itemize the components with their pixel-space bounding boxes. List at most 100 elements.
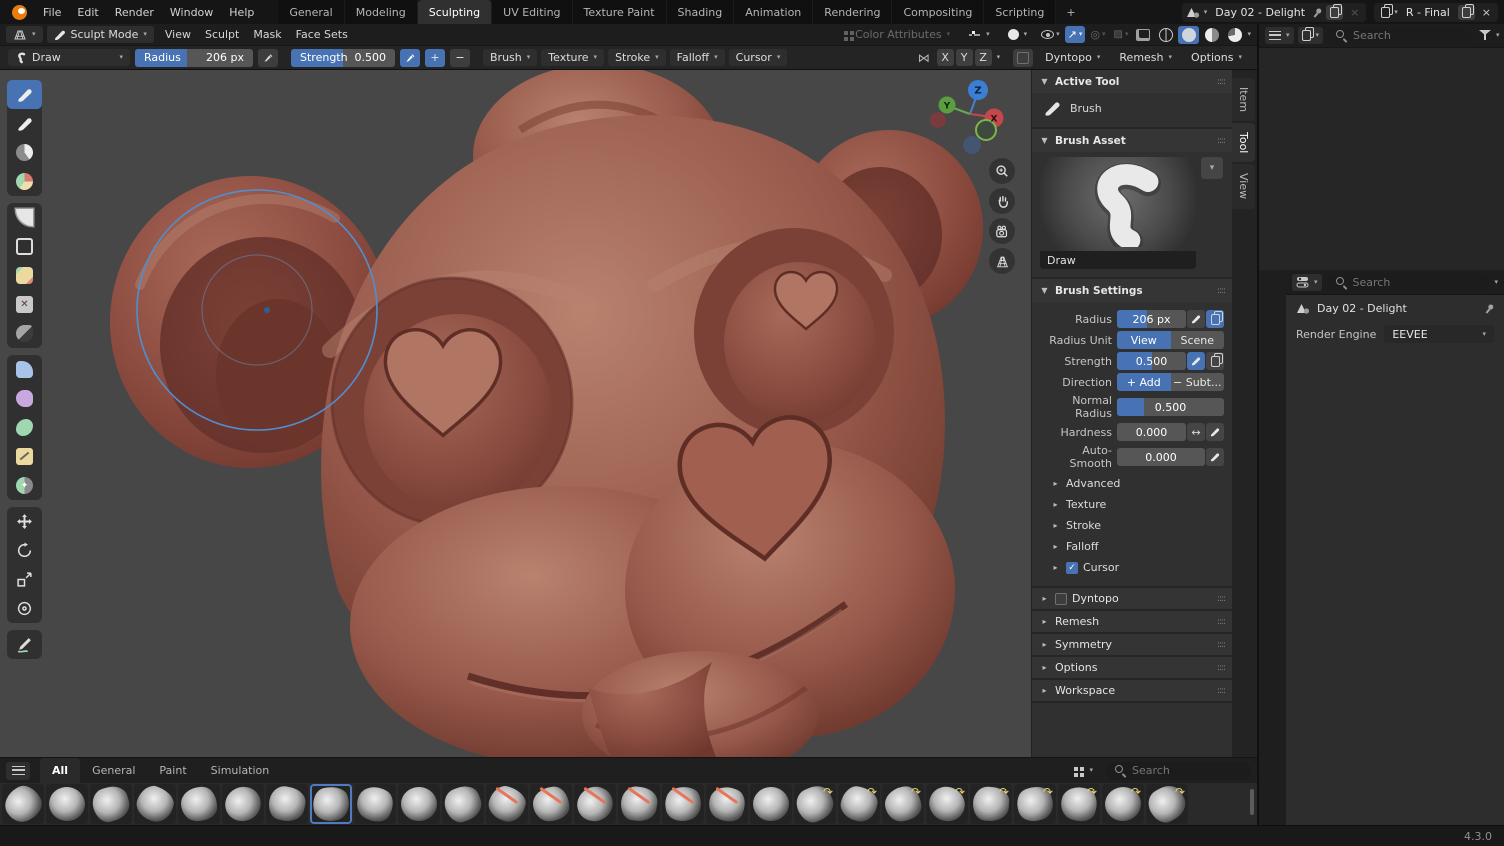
brush-thumbnail[interactable] — [530, 784, 572, 824]
direction-add[interactable]: + Add — [1117, 373, 1171, 391]
radius-pressure-toggle[interactable] — [258, 49, 278, 67]
normal-radius-slider[interactable]: 0.500 — [1117, 398, 1224, 416]
radius-unit-view[interactable]: View — [1117, 331, 1171, 349]
toggle-xray-button[interactable] — [1133, 26, 1153, 43]
radius-unified-toggle[interactable] — [1206, 310, 1224, 328]
dyntopo-dropdown[interactable]: Dyntopo▾ — [1038, 49, 1107, 66]
viewport-menu-sculpt[interactable]: Sculpt — [198, 26, 246, 43]
tool-transform-button[interactable] — [7, 594, 42, 623]
hardness-invert-toggle[interactable]: ↔ — [1187, 423, 1205, 441]
direction-subtract-button[interactable]: − — [450, 49, 470, 67]
shelf-search[interactable] — [1106, 762, 1251, 780]
hardness-pressure-toggle[interactable] — [1206, 423, 1224, 441]
radius-unit-scene[interactable]: Scene — [1171, 331, 1225, 349]
dyntopo-checkbox[interactable] — [1013, 49, 1033, 67]
brush-thumbnail[interactable] — [618, 784, 660, 824]
minus-z-axis-handle[interactable] — [963, 136, 981, 154]
strength-slider[interactable]: Strength 0.500 — [291, 49, 395, 67]
workspace-tab-shading[interactable]: Shading — [667, 0, 735, 24]
popover-stroke[interactable]: Stroke▾ — [608, 49, 666, 66]
new-scene-button[interactable] — [1326, 5, 1343, 20]
workspace-tab-animation[interactable]: Animation — [734, 0, 813, 24]
auto-smooth-slider[interactable]: 0.000 — [1117, 448, 1205, 466]
menu-window[interactable]: Window — [162, 4, 221, 21]
tool-layer-button[interactable] — [7, 203, 42, 232]
shading-material-button[interactable] — [1201, 26, 1222, 44]
strength-pressure-toggle[interactable] — [400, 49, 420, 67]
shading-dropdown[interactable]: ▾ — [1247, 31, 1251, 38]
subpanel-stroke[interactable]: ▸Stroke — [1040, 515, 1224, 536]
panel-options[interactable]: ▸Options:::: — [1032, 657, 1232, 680]
properties-editor-type-button[interactable]: ▾ — [1292, 274, 1322, 291]
shelf-tab-general[interactable]: General — [80, 758, 147, 783]
pan-button[interactable] — [989, 188, 1015, 214]
remesh-dropdown[interactable]: Remesh▾ — [1112, 49, 1179, 66]
popover-falloff[interactable]: Falloff▾ — [670, 49, 725, 66]
brush-thumbnail[interactable]: ↷ — [926, 784, 968, 824]
brush-thumbnail[interactable] — [310, 784, 352, 824]
direction-add-button[interactable]: + — [425, 49, 445, 67]
panel-checkbox[interactable] — [1055, 593, 1067, 605]
brush-thumbnail[interactable] — [90, 784, 132, 824]
brush-thumbnail[interactable]: ↷ — [1146, 784, 1188, 824]
visibility-dropdown[interactable]: ▾ — [1038, 26, 1063, 43]
workspace-tab-general[interactable]: General — [278, 0, 344, 24]
radius-pressure-toggle[interactable] — [1187, 310, 1205, 328]
workspace-tab-sculpting[interactable]: Sculpting — [418, 0, 492, 24]
shelf-menu-button[interactable] — [6, 762, 30, 780]
viewport-menu-mask[interactable]: Mask — [246, 26, 288, 43]
tool-grab-button[interactable] — [7, 355, 42, 384]
mirror-axis-y[interactable]: Y — [956, 49, 973, 66]
shelf-tab-simulation[interactable]: Simulation — [199, 758, 282, 783]
menu-help[interactable]: Help — [221, 4, 262, 21]
direction-subtract[interactable]: − Subt... — [1171, 373, 1225, 391]
tool-smooth-button[interactable] — [7, 319, 42, 348]
brush-selector[interactable]: Draw ▾ — [8, 49, 130, 66]
blender-logo-icon[interactable] — [12, 5, 27, 20]
zoom-button[interactable] — [989, 158, 1015, 184]
shading-solid-button[interactable] — [1178, 26, 1199, 44]
tool-clay-strips-button[interactable] — [7, 167, 42, 196]
brush-thumbnail[interactable] — [46, 784, 88, 824]
shading-rendered-button[interactable] — [1224, 26, 1245, 44]
brush-thumbnail[interactable] — [266, 784, 308, 824]
brush-thumbnail[interactable] — [354, 784, 396, 824]
cursor-checkbox[interactable]: ✓ — [1066, 562, 1078, 574]
outliner-filter-button[interactable]: ▾ — [1476, 27, 1503, 44]
tool-snake-hook-button[interactable] — [7, 413, 42, 442]
brush-thumbnail[interactable] — [486, 784, 528, 824]
panel-workspace[interactable]: ▸Workspace:::: — [1032, 680, 1232, 703]
brush-thumbnail[interactable] — [662, 784, 704, 824]
brush-thumbnail[interactable] — [134, 784, 176, 824]
tool-clay-button[interactable] — [7, 138, 42, 167]
render-engine-select[interactable]: EEVEE ▾ — [1384, 325, 1494, 343]
color-attributes-dropdown[interactable]: Color Attributes ▾ — [836, 26, 957, 43]
strength-unified-toggle[interactable] — [1206, 352, 1224, 370]
camera-view-button[interactable] — [989, 218, 1015, 244]
outliner-display-mode-button[interactable]: ▾ — [1298, 27, 1324, 44]
tool-thumb-button[interactable] — [7, 442, 42, 471]
brush-asset-panel-header[interactable]: ▼Brush Asset:::: — [1032, 129, 1232, 152]
popover-cursor[interactable]: Cursor▾ — [729, 49, 788, 66]
tool-simplify-button[interactable]: ✦ — [7, 471, 42, 500]
brush-thumbnail[interactable] — [2, 784, 44, 824]
workspace-tab-rendering[interactable]: Rendering — [813, 0, 892, 24]
tool-elastic-deform-button[interactable] — [7, 384, 42, 413]
workspace-tab-texture-paint[interactable]: Texture Paint — [573, 0, 667, 24]
sidebar-tab-item[interactable]: Item — [1232, 78, 1255, 121]
hardness-slider[interactable]: 0.000 — [1117, 423, 1186, 441]
properties-search[interactable] — [1327, 274, 1490, 291]
new-view-layer-button[interactable] — [1458, 5, 1475, 20]
xray-dropdown[interactable]: ▨▾ — [1111, 26, 1132, 43]
pin-icon[interactable] — [1311, 6, 1324, 19]
brush-thumbnail[interactable] — [178, 784, 220, 824]
brush-thumbnail[interactable] — [398, 784, 440, 824]
brush-thumbnail[interactable]: ↷ — [794, 784, 836, 824]
direction-segment[interactable]: + Add− Subt... — [1117, 373, 1224, 391]
subpanel-cursor[interactable]: ▸✓Cursor — [1040, 557, 1224, 578]
tool-blob-button[interactable] — [7, 261, 42, 290]
tool-draw-sharp-button[interactable] — [7, 109, 42, 138]
shelf-search-input[interactable] — [1132, 764, 1242, 777]
brush-tip-dropdown[interactable]: ▾ — [1001, 26, 1035, 43]
mirror-dropdown[interactable]: ▾ — [997, 54, 1001, 61]
